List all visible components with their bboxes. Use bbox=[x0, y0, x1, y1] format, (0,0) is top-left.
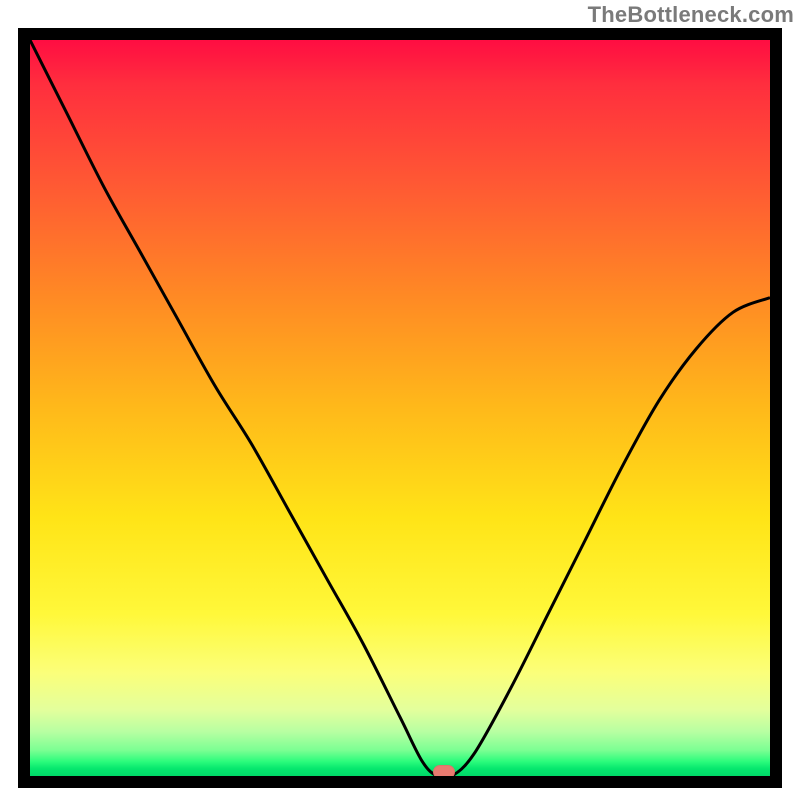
curve-path bbox=[30, 40, 770, 776]
plot-area bbox=[30, 40, 770, 776]
bottleneck-curve bbox=[30, 40, 770, 776]
optimum-marker bbox=[433, 765, 455, 776]
watermark-text: TheBottleneck.com bbox=[588, 2, 794, 28]
chart-stage: TheBottleneck.com bbox=[0, 0, 800, 800]
plot-frame bbox=[18, 28, 782, 788]
